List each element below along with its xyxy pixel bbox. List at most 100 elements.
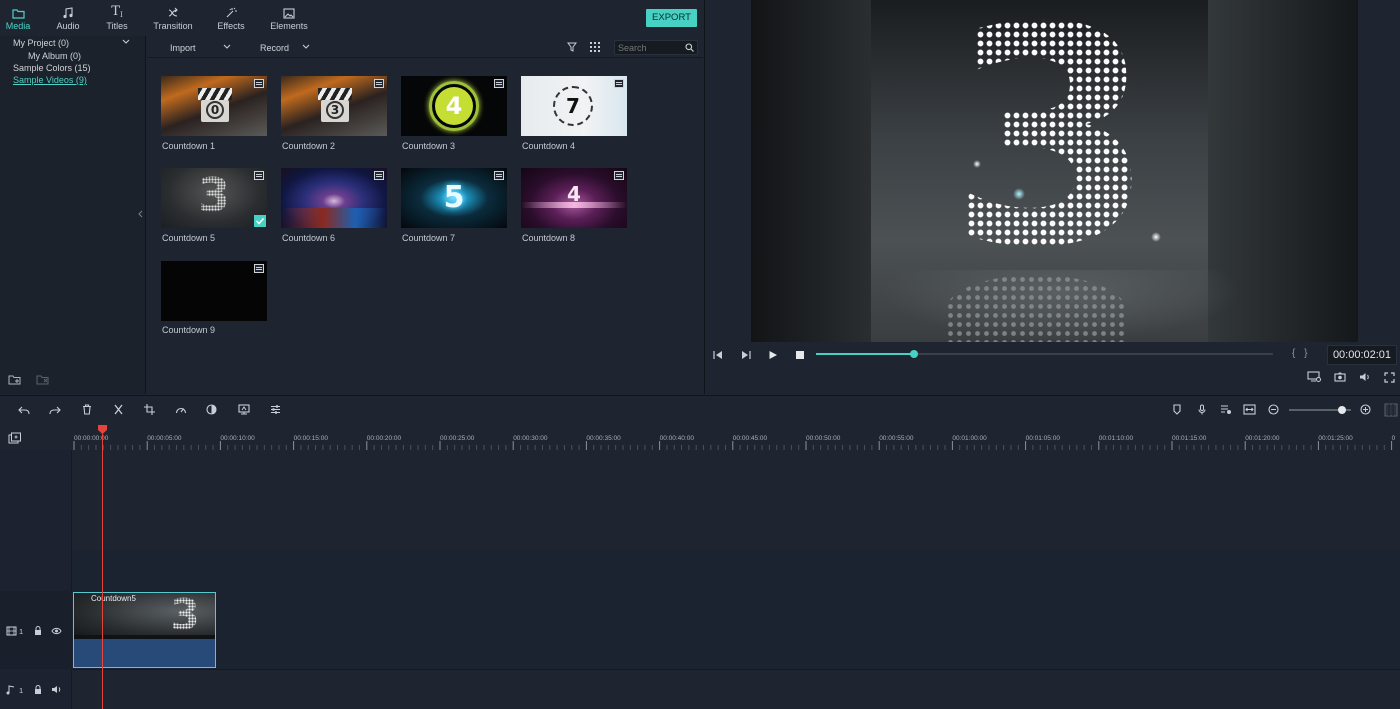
new-folder-icon[interactable]	[8, 374, 22, 385]
fit-timeline-icon[interactable]	[1243, 404, 1256, 415]
empty-track-lane	[72, 550, 1400, 591]
media-thumbnail[interactable]: 7	[521, 76, 627, 136]
media-label: Countdown 4	[522, 141, 576, 151]
tab-label: Titles	[106, 21, 128, 31]
filter-icon[interactable]	[567, 42, 577, 52]
folder-icon	[2, 0, 34, 20]
music-note-icon	[52, 0, 84, 20]
tab-label: Audio	[56, 21, 80, 31]
tree-item-my-album[interactable]: My Album (0)	[28, 51, 81, 61]
play-icon[interactable]	[768, 350, 778, 360]
tree-item-sample-colors[interactable]: Sample Colors (15)	[13, 63, 91, 73]
fullscreen-icon[interactable]	[1384, 372, 1395, 383]
snapshot-icon[interactable]	[1334, 372, 1346, 382]
tab-transition[interactable]: Transition	[150, 0, 196, 36]
tab-titles[interactable]: TI Titles	[101, 0, 133, 36]
transition-icon	[150, 0, 196, 20]
video-clip-icon	[374, 79, 384, 88]
delete-folder-icon[interactable]	[36, 374, 50, 385]
color-correction-icon[interactable]	[206, 404, 217, 415]
speed-icon[interactable]	[175, 404, 187, 414]
undo-icon[interactable]	[18, 405, 30, 415]
media-label: Countdown 3	[402, 141, 456, 151]
display-settings-icon[interactable]	[1307, 371, 1321, 382]
adjust-icon[interactable]	[270, 404, 281, 415]
video-clip-icon	[614, 171, 624, 180]
green-screen-icon[interactable]	[238, 404, 250, 415]
eye-icon[interactable]	[51, 627, 62, 635]
previous-frame-icon[interactable]	[713, 350, 724, 360]
clip-label: Countdown5	[91, 594, 136, 603]
zoom-out-icon[interactable]	[1268, 404, 1279, 415]
stop-icon[interactable]	[795, 350, 805, 360]
playback-progress-fill	[816, 353, 915, 355]
grid-view-icon[interactable]	[590, 42, 600, 52]
media-label: Countdown 8	[522, 233, 576, 243]
video-clip-icon	[254, 79, 264, 88]
timeline-toolbar	[0, 395, 1400, 423]
audio-track-number: 1	[19, 686, 24, 695]
lock-icon[interactable]	[34, 685, 42, 694]
media-thumbnail[interactable]	[161, 261, 267, 321]
timeline-tracks[interactable]	[0, 450, 1400, 709]
zoom-slider-handle[interactable]	[1337, 406, 1346, 414]
redo-icon[interactable]	[49, 405, 61, 415]
tab-label: Effects	[217, 21, 245, 31]
media-label: Countdown 1	[162, 141, 216, 151]
crop-icon[interactable]	[144, 404, 155, 415]
tab-audio[interactable]: Audio	[52, 0, 84, 36]
lock-icon[interactable]	[34, 626, 42, 635]
tab-label: Media	[5, 21, 31, 31]
chevron-down-icon[interactable]	[223, 44, 231, 50]
video-clip-icon	[614, 79, 624, 88]
microphone-icon[interactable]	[1197, 404, 1207, 415]
chevron-down-icon[interactable]	[302, 44, 310, 50]
speaker-icon[interactable]	[51, 685, 62, 694]
export-button[interactable]: EXPORT	[646, 9, 697, 27]
tab-effects[interactable]: Effects	[213, 0, 249, 36]
import-button[interactable]: Import	[170, 43, 196, 53]
media-thumbnail[interactable]: 0	[161, 76, 267, 136]
marker-icon[interactable]	[1172, 404, 1182, 415]
chevron-down-icon[interactable]	[122, 39, 130, 45]
text-icon: TI	[111, 4, 123, 19]
media-label: Countdown 6	[282, 233, 336, 243]
mark-in-out-buttons[interactable]: { }	[1292, 348, 1310, 359]
media-thumbnail[interactable]: 3	[161, 168, 267, 228]
music-note-icon	[6, 685, 15, 695]
search-input[interactable]	[615, 41, 685, 54]
tree-item-sample-videos[interactable]: Sample Videos (9)	[13, 75, 87, 85]
record-button[interactable]: Record	[260, 43, 289, 53]
split-icon[interactable]	[113, 404, 124, 415]
delete-icon[interactable]	[82, 404, 92, 415]
media-thumbnail[interactable]: 3	[281, 76, 387, 136]
video-track-number: 1	[19, 627, 24, 636]
media-thumbnail[interactable]: 4	[401, 76, 507, 136]
tab-label: Transition	[153, 21, 193, 31]
zoom-in-icon[interactable]	[1360, 404, 1371, 415]
playhead-handle[interactable]	[97, 424, 108, 435]
next-frame-icon[interactable]	[740, 350, 751, 360]
video-clip-icon	[494, 171, 504, 180]
effects-icon	[213, 0, 249, 20]
timeline-ruler[interactable]: 00:00:00:00 00:00:05:00 00:00:10:00 00:00:1…	[0, 423, 1400, 450]
image-icon	[268, 0, 310, 20]
media-thumbnail[interactable]: 5	[401, 168, 507, 228]
checkmark-icon[interactable]	[254, 215, 266, 227]
project-tree: My Project (0) My Album (0) Sample Color…	[0, 36, 146, 394]
search-icon[interactable]	[685, 43, 694, 52]
tab-media[interactable]: Media	[2, 0, 34, 36]
media-thumbnail[interactable]	[281, 168, 387, 228]
voiceover-icon[interactable]	[1220, 404, 1232, 415]
timeline-clip[interactable]: 3 Countdown5	[73, 592, 216, 668]
media-tabs: Media Audio TI Titles Transition Effects…	[0, 0, 340, 36]
media-label: Countdown 2	[282, 141, 336, 151]
volume-icon[interactable]	[1359, 372, 1371, 382]
panel-layout-icon[interactable]	[1384, 403, 1398, 417]
tab-elements[interactable]: Elements	[268, 0, 310, 36]
tree-item-my-project[interactable]: My Project (0)	[13, 38, 69, 48]
add-track-icon[interactable]	[8, 432, 22, 444]
media-thumbnail[interactable]: 4	[521, 168, 627, 228]
collapse-panel-icon[interactable]	[138, 210, 143, 218]
track-headers: 1 1	[0, 450, 72, 709]
